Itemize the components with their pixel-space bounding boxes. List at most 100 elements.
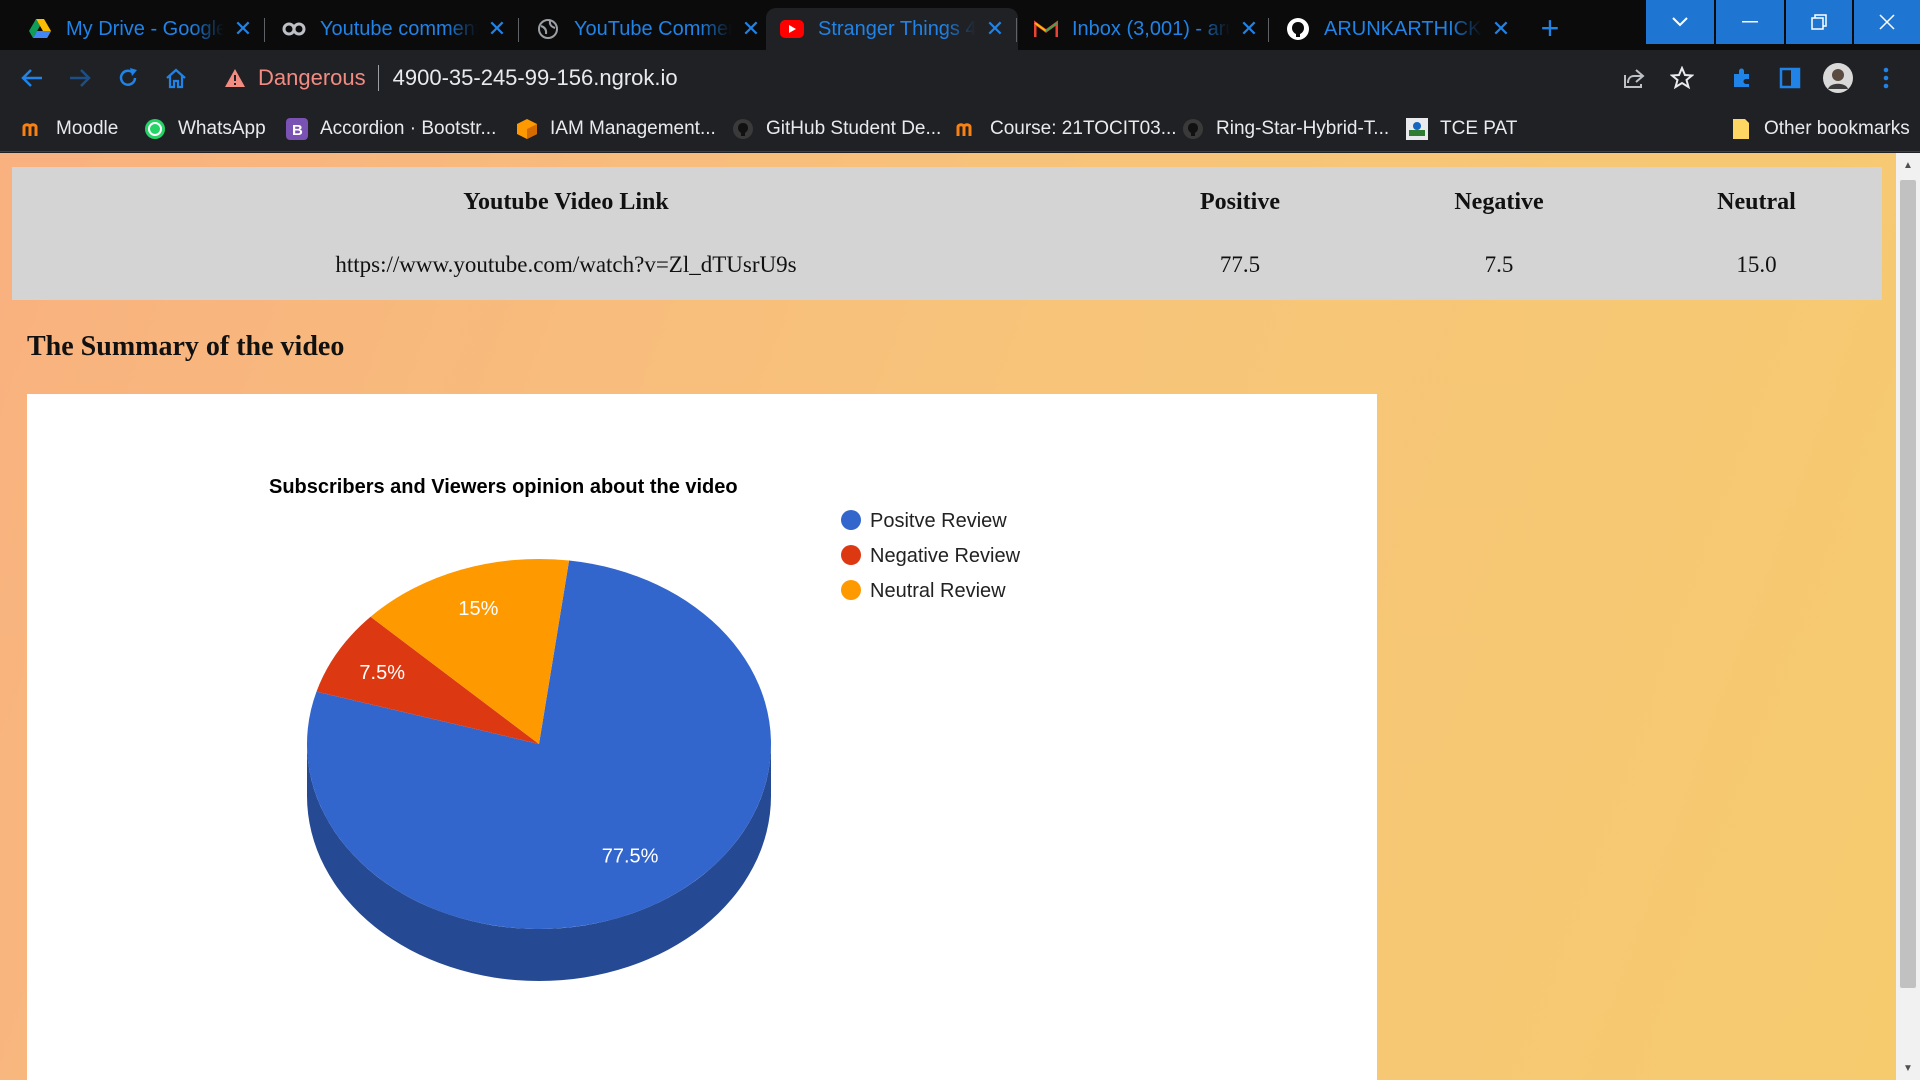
youtube-icon [780,17,804,41]
tab-stranger-things[interactable]: Stranger Things 4 | ✕ [766,8,1018,50]
close-tab-icon[interactable]: ✕ [1238,16,1260,41]
bookmark-iam[interactable]: IAM Management... [516,114,716,144]
scroll-up-arrow[interactable]: ▲ [1900,155,1916,175]
legend-label: Positve Review [870,510,1007,532]
warning-icon [225,69,245,87]
bookmark-github-student[interactable]: GitHub Student De... [732,114,941,144]
forward-button[interactable] [62,60,98,96]
avatar-icon [1823,63,1853,93]
bookmark-label: IAM Management... [550,118,716,139]
bookmark-label: Moodle [56,118,119,139]
security-indicator[interactable]: Dangerous [224,65,366,91]
tce-icon [1406,118,1428,140]
browser-toolbar: Dangerous 4900-35-245-99-156.ngrok.io [0,50,1920,106]
side-panel-icon [1779,67,1801,89]
scrollbar-thumb[interactable] [1900,180,1916,988]
legend-marker [841,580,861,600]
bookmark-course[interactable]: Course: 21TOCIT03... [956,114,1177,144]
bookmark-ring-star[interactable]: Ring-Star-Hybrid-T... [1182,114,1389,144]
close-tab-icon[interactable]: ✕ [232,16,254,41]
slice-label: 15% [458,598,498,620]
share-button[interactable] [1618,62,1650,94]
tab-title: My Drive - Google D [66,17,224,40]
restore-icon [1811,14,1827,30]
legend-label: Negative Review [870,545,1021,567]
bookmark-label: WhatsApp [178,118,266,139]
minimize-button[interactable] [1716,0,1784,44]
reload-button[interactable] [110,60,146,96]
address-bar[interactable]: Dangerous 4900-35-245-99-156.ngrok.io [208,56,1628,100]
close-tab-icon[interactable]: ✕ [1490,16,1512,41]
globe-icon [536,17,560,41]
tab-youtube-comment-app[interactable]: YouTube Comment ✕ [522,8,774,50]
legend-marker [841,510,861,530]
chart-title: Subscribers and Viewers opinion about th… [269,476,738,498]
home-button[interactable] [158,60,194,96]
extensions-button[interactable] [1726,62,1758,94]
sentiment-pie-chart: Subscribers and Viewers opinion about th… [27,394,1377,1080]
bookmark-bootstrap[interactable]: B Accordion · Bootstr... [286,114,496,144]
new-tab-button[interactable]: + [1532,10,1568,46]
tab-gmail-inbox[interactable]: Inbox (3,001) - arun ✕ [1020,8,1272,50]
close-tab-icon[interactable]: ✕ [984,16,1006,41]
bookmark-label: TCE PAT [1440,118,1518,139]
legend-label: Neutral Review [870,580,1006,602]
bookmark-moodle[interactable]: Moodle [22,114,118,144]
close-tab-icon[interactable]: ✕ [486,16,508,41]
page-content: Youtube Video Link Positive Negative Neu… [0,153,1896,1080]
tab-my-drive[interactable]: My Drive - Google D ✕ [14,8,266,50]
bookmark-label: Accordion · Bootstr... [320,118,497,139]
github-icon [732,118,754,140]
whatsapp-icon [144,118,166,140]
bookmarks-bar: Moodle WhatsApp B Accordion · Bootstr...… [0,106,1920,152]
slice-label: 77.5% [602,846,659,868]
scroll-down-arrow[interactable]: ▼ [1900,1058,1916,1078]
menu-button[interactable] [1870,62,1902,94]
bookmark-label: Ring-Star-Hybrid-T... [1216,118,1390,139]
tab-github-repo[interactable]: ARUNKARTHICK-S/ ✕ [1272,8,1524,50]
slice-label: 7.5% [359,662,405,684]
cell-video-link: https://www.youtube.com/watch?v=Zl_dTUsr… [335,252,797,277]
google-drive-icon [28,17,52,41]
results-table: Youtube Video Link Positive Negative Neu… [12,167,1882,300]
bookmark-whatsapp[interactable]: WhatsApp [144,114,266,144]
minimize-icon [1742,21,1758,23]
arrow-left-icon [21,69,42,87]
bookmark-tce-pat[interactable]: TCE PAT [1406,114,1517,144]
close-window-button[interactable] [1854,0,1920,44]
moodle-icon [956,118,978,140]
colab-icon [282,17,306,41]
tab-title: Inbox (3,001) - arun [1072,17,1230,40]
restore-button[interactable] [1786,0,1852,44]
more-vert-icon [1883,67,1889,89]
share-icon [1624,69,1645,88]
bookmark-label: Other bookmarks [1764,118,1910,139]
tab-title: Stranger Things 4 | [818,17,976,40]
header-negative: Negative [1454,188,1544,215]
header-neutral: Neutral [1717,188,1796,215]
profile-avatar[interactable] [1822,62,1854,94]
tab-search-button[interactable] [1646,0,1714,44]
tab-strip: My Drive - Google D ✕ Youtube comments ✕… [0,0,1920,50]
tab-youtube-comments[interactable]: Youtube comments ✕ [268,8,520,50]
back-button[interactable] [14,60,50,96]
moodle-icon [22,118,44,140]
cell-neutral: 15.0 [1736,252,1777,277]
tab-title: ARUNKARTHICK-S/ [1324,17,1482,40]
security-label: Dangerous [258,65,366,90]
bookmark-star-button[interactable] [1666,62,1698,94]
tab-title: Youtube comments [320,17,478,40]
bookmark-label: GitHub Student De... [766,118,942,139]
side-panel-button[interactable] [1774,62,1806,94]
close-tab-icon[interactable]: ✕ [740,16,762,41]
chevron-down-icon [1672,17,1688,27]
reload-icon [119,68,137,86]
summary-heading: The Summary of the video [27,331,345,362]
close-icon [1879,14,1895,30]
github-icon [1286,17,1310,41]
gmail-icon [1034,17,1058,41]
cell-positive: 77.5 [1219,252,1261,277]
other-bookmarks[interactable]: Other bookmarks [1730,114,1910,144]
table-header-row: Youtube Video Link Positive Negative Neu… [19,174,1875,230]
home-icon [166,68,186,89]
